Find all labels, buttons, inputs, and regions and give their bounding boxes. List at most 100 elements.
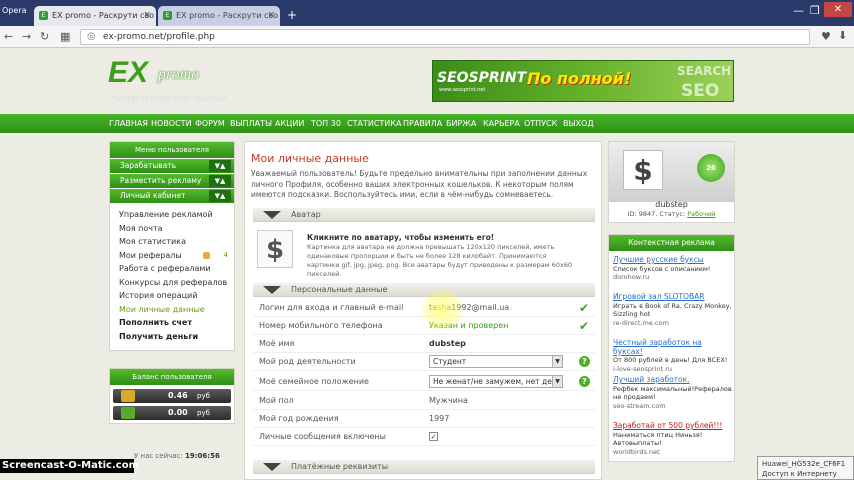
tab-title: EX promo - Раскрути сво: [176, 11, 279, 20]
sidebar-item-referral-work[interactable]: Работа с рефералами: [110, 262, 234, 276]
ad-item[interactable]: Заработай от 500 рублей!!! Наниматься пт…: [613, 421, 733, 456]
nav-top30[interactable]: ТОП 30: [311, 119, 341, 128]
ad-title[interactable]: Лучший заработок.: [613, 375, 733, 385]
section-personal-header[interactable]: Персональные данные: [253, 283, 595, 297]
sidebar-item-referrals[interactable]: Мои рефералы 4: [110, 249, 234, 263]
ad-text: Список буксов с описанием!: [613, 264, 711, 273]
expand-arrows-icon[interactable]: ▼▲: [209, 160, 231, 172]
ad-item[interactable]: Лучший заработок. Рефбек максимальный!Ре…: [613, 375, 733, 410]
field-name: Моё имя dubstep: [253, 335, 595, 353]
activity-select[interactable]: Студент ▼: [429, 355, 563, 368]
field-label: Мой род деятельности: [259, 357, 356, 366]
avatar-image[interactable]: $: [257, 230, 293, 268]
site-logo-subtitle[interactable]: promo: [158, 66, 199, 84]
field-label: Логин для входа и главный e-mail: [259, 303, 404, 312]
tab-title: EX promo - Раскрути сво: [52, 11, 155, 20]
nav-home[interactable]: ГЛАВНАЯ: [109, 119, 148, 128]
nav-promos[interactable]: АКЦИИ: [275, 119, 304, 128]
money-icon: [121, 407, 135, 419]
profile-avatar[interactable]: $: [623, 150, 663, 190]
back-icon[interactable]: ←: [4, 30, 13, 43]
close-tab-icon[interactable]: ×: [267, 10, 275, 20]
site-slogan: Раскрути свой сайт вместе!: [110, 94, 228, 103]
sidebar-item-top-up[interactable]: Пополнить счет: [110, 316, 234, 330]
field-label: Личные сообщения включены: [259, 432, 386, 441]
seosprint-banner[interactable]: SEOSPRINT www.seosprint.net По полной! S…: [432, 60, 734, 102]
site-logo[interactable]: EX: [108, 56, 148, 90]
window-close-button[interactable]: ✕: [824, 2, 852, 17]
field-label: Мой год рождения: [259, 414, 339, 423]
sidebar-item-personal-data[interactable]: Мои личные данные: [110, 303, 234, 317]
nav-exchange[interactable]: БИРЖА: [446, 119, 476, 128]
menu-section-advertise[interactable]: Разместить рекламу ▼▲: [110, 174, 234, 188]
ad-text: Наниматься птиц Ниньзя! Автовыплаты!: [613, 430, 703, 448]
close-tab-icon[interactable]: ×: [143, 10, 151, 20]
section-avatar-header[interactable]: Аватар: [253, 208, 595, 222]
sidebar-item-withdraw[interactable]: Получить деньги: [110, 330, 234, 344]
messages-checkbox[interactable]: ✓: [429, 432, 438, 441]
nav-payouts[interactable]: ВЫПЛАТЫ: [230, 119, 272, 128]
ad-title[interactable]: Игровой зал SLOTOBAR: [613, 292, 733, 302]
field-messages: Личные сообщения включены ✓: [253, 428, 595, 446]
nav-forum[interactable]: ФОРУМ: [195, 119, 225, 128]
banner-brand-url: www.seosprint.net: [439, 87, 486, 93]
ad-item[interactable]: Игровой зал SLOTOBAR Играть в Book of Ra…: [613, 292, 733, 327]
name-value: dubstep: [429, 339, 466, 348]
menu-section-earn[interactable]: Зарабатывать ▼▲: [110, 159, 234, 173]
nav-news[interactable]: НОВОСТИ: [151, 119, 192, 128]
sidebar-item-mail[interactable]: Моя почта: [110, 222, 234, 236]
expand-arrows-icon[interactable]: ▼▲: [209, 190, 231, 202]
apps-grid-icon[interactable]: ▦: [60, 30, 70, 43]
nav-rules[interactable]: ПРАВИЛА: [403, 119, 442, 128]
ad-url: re-direct.me.com: [613, 318, 669, 327]
maximize-icon[interactable]: ❐: [810, 4, 820, 17]
context-ads: Контекстная реклама Лучшие русские буксы…: [608, 234, 735, 462]
browser-tab-active[interactable]: E EX promo - Раскрути сво ×: [34, 6, 156, 26]
sidebar-item-stats[interactable]: Моя статистика: [110, 235, 234, 249]
minimize-icon[interactable]: —: [793, 4, 804, 17]
url-input[interactable]: ◎ ex-promo.net/profile.php: [80, 29, 810, 45]
sidebar-item-ad-management[interactable]: Управление рекламой: [110, 208, 234, 222]
ad-item[interactable]: Честный заработок на буксах! От 800 рубл…: [613, 338, 733, 373]
activity-selected: Студент: [433, 357, 467, 366]
banner-slogan: По полной!: [527, 69, 632, 88]
birth-year-value: 1997: [429, 414, 450, 423]
user-menu-title: Меню пользователя: [110, 142, 234, 158]
help-icon[interactable]: ?: [579, 376, 590, 387]
nav-vacation[interactable]: ОТПУСК: [524, 119, 557, 128]
profile-username: dubstep: [655, 200, 688, 209]
verified-check-icon: ✔: [579, 319, 590, 333]
download-icon[interactable]: ⬇: [838, 29, 847, 42]
forward-icon[interactable]: →: [22, 30, 31, 43]
balance-panel: Баланс пользователя 0.46 руб 0.00 руб: [109, 368, 235, 424]
ad-item[interactable]: Лучшие русские буксы Список буксов с опи…: [613, 255, 733, 282]
banner-seo-text: SEO: [681, 81, 720, 101]
nav-stats[interactable]: СТАТИСТИКА: [347, 119, 401, 128]
field-gender: Мой пол Мужчина: [253, 392, 595, 410]
sidebar-item-label: Мои рефералы: [119, 250, 182, 260]
menu-section-cabinet[interactable]: Личный кабинет ▼▲: [110, 189, 234, 203]
reload-icon[interactable]: ↻: [40, 30, 49, 43]
online-time-value: 19:06:56: [185, 452, 220, 460]
marital-selected: Не женат/не замужем, нет детей: [433, 377, 563, 386]
marital-select[interactable]: Не женат/не замужем, нет детей ▼: [429, 375, 563, 388]
expand-arrows-icon[interactable]: ▼▲: [209, 175, 231, 187]
online-time: У нас сейчас: 19:06:56: [134, 452, 220, 460]
new-tab-button[interactable]: +: [287, 8, 297, 22]
ad-url: dorohow.ru: [613, 273, 650, 281]
nav-career[interactable]: КАРЬЕРА: [483, 119, 520, 128]
nav-logout[interactable]: ВЫХОД: [563, 119, 594, 128]
help-icon[interactable]: ?: [579, 356, 590, 367]
profile-status[interactable]: Рабочий: [687, 210, 715, 218]
opera-menu-button[interactable]: Opera: [2, 6, 32, 20]
sidebar-item-history[interactable]: История операций: [110, 289, 234, 303]
field-activity: Мой род деятельности Студент ▼ ?: [253, 353, 595, 371]
ad-title[interactable]: Лучшие русские буксы: [613, 255, 733, 265]
section-payment-header[interactable]: Платёжные реквизиты: [253, 460, 595, 474]
ad-title[interactable]: Честный заработок на буксах!: [613, 338, 733, 356]
heart-icon[interactable]: ♥: [821, 30, 831, 43]
chevron-down-icon: ▼: [552, 356, 562, 367]
ad-title[interactable]: Заработай от 500 рублей!!!: [613, 421, 733, 431]
browser-tab[interactable]: E EX promo - Раскрути сво ×: [158, 6, 280, 26]
sidebar-item-referral-contests[interactable]: Конкурсы для рефералов: [110, 276, 234, 290]
